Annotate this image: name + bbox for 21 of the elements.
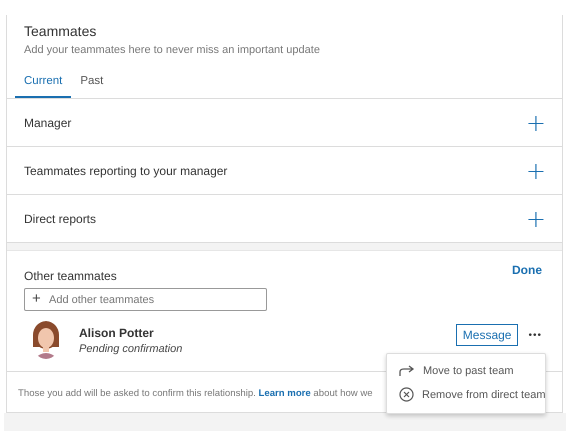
person-name: Alison Potter [79,326,155,340]
tab[interactable]: Past [71,75,112,98]
done-button[interactable]: Done [512,263,542,277]
add-button[interactable]: + [526,110,546,134]
more-button[interactable]: ••• [528,330,542,340]
menu-item[interactable]: Move to past team [387,360,545,382]
learn-more-link[interactable]: Learn more [258,388,311,399]
add-button[interactable]: + [526,158,546,182]
section-heading: Other teammates [24,269,117,283]
message-button[interactable]: Message [456,324,518,346]
person-status: Pending confirmation [79,342,184,354]
section-subtitle: Add your teammates here to never miss an important update [23,44,321,56]
plus-icon: + [32,291,41,306]
add-button[interactable]: + [526,206,546,230]
menu-item[interactable]: Remove from direct team [387,382,545,407]
group-label: Direct reports [24,212,96,226]
group-label: Manager [24,116,72,130]
section-title: Teammates [23,23,98,39]
group-label: Teammates reporting to your manager [24,164,228,178]
footer-text: Those you add will be asked to confirm this relationship. Learn more about how we [18,388,373,399]
tab[interactable]: Current [15,75,72,98]
